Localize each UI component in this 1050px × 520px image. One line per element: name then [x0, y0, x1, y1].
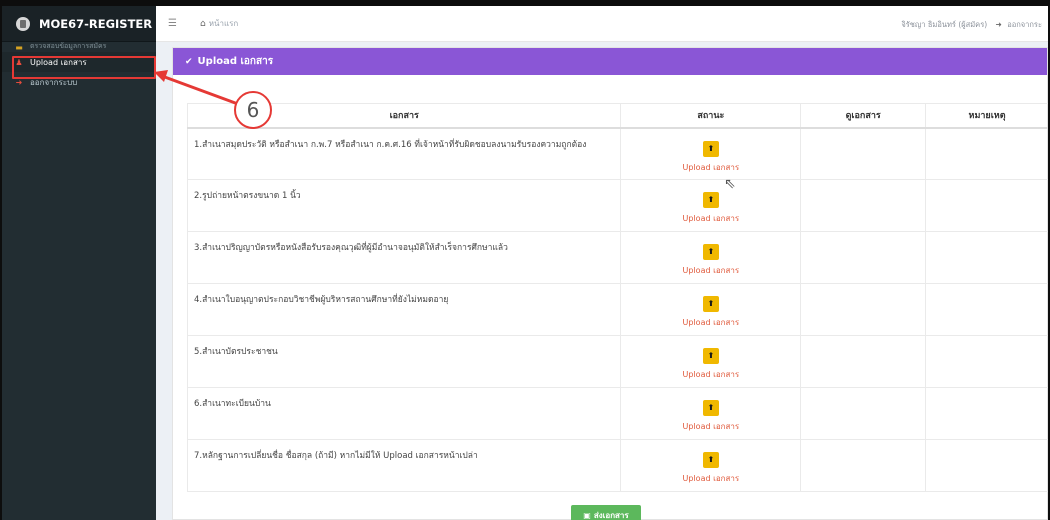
upload-icon[interactable]: ⬆ — [702, 296, 719, 312]
document-name: 1.สำเนาสมุดประวัติ หรือสำเนา ก.พ.7 หรือส… — [186, 127, 622, 180]
check-badge-icon: ✔ — [185, 56, 193, 67]
status-cell: ⬆ Upload เอกสาร — [620, 127, 802, 180]
view-cell — [800, 283, 927, 336]
panel-title: Upload เอกสาร — [197, 56, 274, 67]
logo-icon — [16, 16, 30, 31]
upload-link[interactable]: Upload เอกสาร — [621, 264, 800, 277]
app-title: MOE67-REGISTER — [39, 16, 153, 31]
view-cell — [800, 387, 927, 440]
note-cell — [925, 127, 1048, 180]
user-area: จิรัชญา ธิมอินทร์ (ผู้สมัคร) ➜ ออกจากระ — [901, 19, 1042, 31]
upload-link[interactable]: Upload เอกสาร — [621, 420, 800, 433]
view-cell — [800, 231, 927, 284]
breadcrumb[interactable]: หน้าแรก — [209, 17, 239, 30]
status-cell: ⬆ Upload เอกสาร — [620, 179, 802, 232]
upload-panel: ✔ Upload เอกสาร เอกสาร สถานะ ดูเอกสาร หม… — [172, 47, 1048, 520]
view-cell — [800, 439, 927, 492]
logout-icon: ➜ — [15, 77, 23, 87]
note-cell — [925, 335, 1048, 388]
app-window: MOE67-REGISTER ▬ ตรวจสอบข้อมูลการสมัคร ♟… — [2, 6, 1048, 520]
logout-icon[interactable]: ➜ — [996, 20, 1002, 29]
document-name: 7.หลักฐานการเปลี่ยนชื่อ ชื่อสกุล (ถ้ามี)… — [186, 439, 622, 492]
hamburger-menu-icon[interactable]: ☰ — [168, 18, 177, 29]
note-cell — [925, 231, 1048, 284]
status-cell: ⬆ Upload เอกสาร — [620, 283, 802, 336]
save-icon: ▣ — [583, 510, 591, 520]
document-name: 6.สำเนาทะเบียนบ้าน — [186, 387, 622, 440]
note-cell — [925, 439, 1048, 492]
upload-link[interactable]: Upload เอกสาร — [621, 212, 800, 225]
upload-icon[interactable]: ⬆ — [702, 400, 719, 416]
sidebar-item-check-application[interactable]: ▬ ตรวจสอบข้อมูลการสมัคร — [2, 42, 156, 52]
status-cell: ⬆ Upload เอกสาร — [620, 387, 802, 440]
table-row: 2.รูปถ่ายหน้าตรงขนาด 1 นิ้ว ⬆ Upload เอก… — [186, 179, 1048, 232]
upload-icon[interactable]: ⬆ — [702, 140, 719, 157]
sidebar-item-label: Upload เอกสาร — [30, 57, 87, 67]
upload-link[interactable]: Upload เอกสาร — [621, 161, 800, 174]
mouse-cursor-icon: ⇖ — [724, 176, 736, 192]
status-cell: ⬆ Upload เอกสาร — [620, 335, 802, 388]
table-row: 6.สำเนาทะเบียนบ้าน ⬆ Upload เอกสาร — [186, 387, 1048, 440]
note-cell — [925, 387, 1048, 440]
brand[interactable]: MOE67-REGISTER — [2, 6, 156, 42]
column-header-status: สถานะ — [620, 103, 802, 129]
sidebar-item-logout[interactable]: ➜ ออกจากระบบ — [2, 72, 156, 92]
document-name: 2.รูปถ่ายหน้าตรงขนาด 1 นิ้ว — [186, 179, 622, 232]
column-header-view: ดูเอกสาร — [800, 103, 927, 129]
step-number-badge: 6 — [234, 91, 272, 129]
document-name: 3.สำเนาปริญญาบัตรหรือหนังสือรับรองคุณวุฒ… — [186, 231, 622, 284]
document-name: 5.สำเนาบัตรประชาชน — [186, 335, 622, 388]
view-cell — [800, 127, 927, 180]
topbar: ☰ ⌂ หน้าแรก จิรัชญา ธิมอินทร์ (ผู้สมัคร)… — [156, 6, 1048, 42]
submit-documents-button[interactable]: ▣ ส่งเอกสาร — [571, 505, 641, 520]
view-cell — [800, 179, 927, 232]
sidebar: MOE67-REGISTER ▬ ตรวจสอบข้อมูลการสมัคร ♟… — [2, 6, 156, 520]
home-icon[interactable]: ⌂ — [200, 19, 206, 29]
table-header-row: เอกสาร สถานะ ดูเอกสาร หมายเหตุ — [186, 103, 1048, 129]
status-cell: ⬆ Upload เอกสาร — [620, 439, 802, 492]
upload-icon[interactable]: ⬆ — [702, 192, 719, 208]
document-table: เอกสาร สถานะ ดูเอกสาร หมายเหตุ 1.สำเนาสม… — [186, 103, 1048, 492]
folder-icon: ▬ — [15, 43, 23, 52]
table-row: 1.สำเนาสมุดประวัติ หรือสำเนา ก.พ.7 หรือส… — [186, 127, 1048, 180]
note-cell — [925, 283, 1048, 336]
table-row: 4.สำเนาใบอนุญาตประกอบวิชาชีพผู้บริหารสถา… — [186, 283, 1048, 336]
sidebar-item-label: ออกจากระบบ — [30, 77, 78, 87]
upload-link[interactable]: Upload เอกสาร — [621, 316, 800, 329]
upload-icon[interactable]: ⬆ — [702, 244, 719, 260]
upload-link[interactable]: Upload เอกสาร — [621, 368, 800, 381]
view-cell — [800, 335, 927, 388]
sidebar-item-upload[interactable]: ♟ Upload เอกสาร — [2, 52, 156, 72]
table-row: 7.หลักฐานการเปลี่ยนชื่อ ชื่อสกุล (ถ้ามี)… — [186, 439, 1048, 492]
panel-header: ✔ Upload เอกสาร — [173, 48, 1047, 75]
table-row: 5.สำเนาบัตรประชาชน ⬆ Upload เอกสาร — [186, 335, 1048, 388]
document-name: 4.สำเนาใบอนุญาตประกอบวิชาชีพผู้บริหารสถา… — [186, 283, 622, 336]
upload-user-icon: ♟ — [15, 57, 23, 67]
logout-link[interactable]: ออกจากระ — [1007, 20, 1042, 29]
note-cell — [925, 179, 1048, 232]
upload-icon[interactable]: ⬆ — [702, 348, 719, 364]
sidebar-item-label: ตรวจสอบข้อมูลการสมัคร — [30, 42, 107, 50]
submit-label: ส่งเอกสาร — [593, 510, 629, 520]
upload-icon[interactable]: ⬆ — [702, 452, 719, 468]
user-name[interactable]: จิรัชญา ธิมอินทร์ (ผู้สมัคร) — [901, 20, 987, 29]
column-header-note: หมายเหตุ — [925, 103, 1048, 129]
status-cell: ⬆ Upload เอกสาร — [620, 231, 802, 284]
table-row: 3.สำเนาปริญญาบัตรหรือหนังสือรับรองคุณวุฒ… — [186, 231, 1048, 284]
upload-link[interactable]: Upload เอกสาร — [621, 472, 800, 485]
